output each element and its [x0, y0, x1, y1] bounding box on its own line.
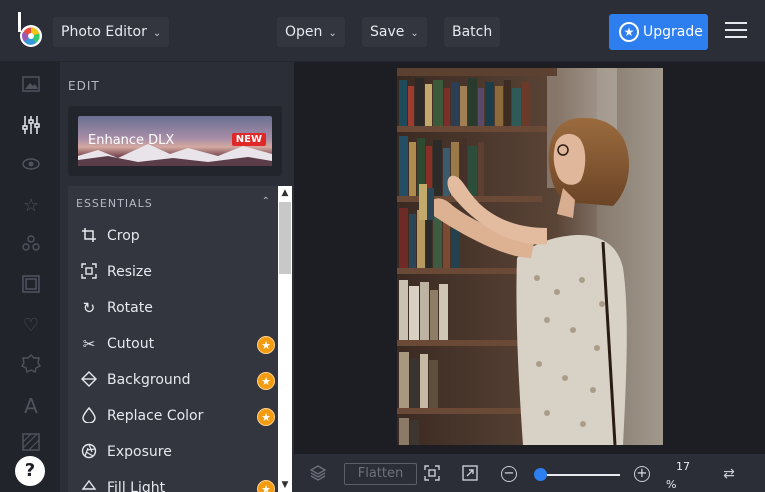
- upgrade-button[interactable]: ★ Upgrade: [609, 14, 708, 50]
- tool-label: Replace Color: [107, 408, 204, 424]
- star-icon: ★: [619, 22, 639, 42]
- open-label: Open: [285, 24, 323, 40]
- tool-fill-light[interactable]: Fill Light ★: [68, 472, 278, 492]
- edit-panel: EDIT Enhance DLX NEW ESSENTIALS ⌃ Crop R…: [60, 62, 294, 492]
- zoom-unit: %: [666, 478, 677, 491]
- premium-star-icon: ★: [257, 408, 275, 426]
- flatten-button[interactable]: Flatten: [344, 463, 417, 485]
- save-button[interactable]: Save ⌄: [362, 17, 427, 47]
- tool-label: Crop: [107, 228, 140, 244]
- enhance-promo-card[interactable]: Enhance DLX NEW: [68, 106, 282, 176]
- zoom-out-icon[interactable]: −: [501, 466, 517, 482]
- drop-icon: [80, 406, 98, 425]
- zoom-in-icon[interactable]: +: [634, 466, 650, 482]
- app-logo[interactable]: [12, 12, 48, 50]
- batch-label: Batch: [452, 24, 493, 40]
- promo-banner-image: Enhance DLX NEW: [78, 116, 272, 166]
- flatten-label: Flatten: [357, 466, 404, 481]
- layers-icon[interactable]: [308, 464, 328, 484]
- zoom-slider-knob[interactable]: [533, 468, 547, 481]
- tool-replace-color[interactable]: Replace Color ★: [68, 400, 278, 434]
- eraser-icon: [80, 371, 98, 389]
- tool-label: Rotate: [107, 300, 153, 316]
- zoom-value: 17: [676, 460, 690, 473]
- top-bar: Photo Editor ⌄ Open ⌄ Save ⌄ Batch ★ Upgrad…: [0, 0, 765, 62]
- canvas-area[interactable]: [294, 62, 765, 454]
- batch-button[interactable]: Batch: [444, 17, 501, 47]
- tool-cutout[interactable]: ✂ Cutout ★: [68, 328, 278, 362]
- fit-screen-icon[interactable]: [422, 464, 442, 484]
- tool-label: Fill Light: [107, 480, 166, 492]
- texture-icon[interactable]: [19, 432, 43, 456]
- section-title: ESSENTIALS: [76, 197, 153, 210]
- premium-star-icon: ★: [257, 480, 275, 492]
- resize-icon: [80, 263, 98, 281]
- tool-crop[interactable]: Crop: [68, 220, 278, 254]
- help-button[interactable]: ?: [15, 456, 45, 486]
- fill-light-icon: [80, 479, 98, 492]
- image-icon[interactable]: [19, 74, 43, 98]
- new-badge: NEW: [231, 133, 266, 146]
- upgrade-label: Upgrade: [643, 24, 703, 40]
- hamburger-menu-icon[interactable]: [725, 22, 747, 40]
- panel-title: EDIT: [68, 79, 100, 93]
- scroll-thumb[interactable]: [279, 202, 291, 274]
- premium-star-icon: ★: [257, 336, 275, 354]
- bottom-toolbar: Flatten − + 17 % ⇄: [294, 454, 765, 492]
- panel-scrollbar[interactable]: ▲ ▼: [278, 186, 292, 492]
- crop-icon: [80, 227, 98, 245]
- tool-label: Resize: [107, 264, 152, 280]
- shapes-icon[interactable]: [19, 234, 43, 258]
- tool-rotate[interactable]: ↻ Rotate: [68, 292, 278, 326]
- heart-icon[interactable]: ♡: [19, 314, 43, 338]
- badge-icon[interactable]: [19, 354, 43, 378]
- edited-photo[interactable]: [397, 68, 663, 445]
- tool-exposure[interactable]: Exposure: [68, 436, 278, 470]
- tool-resize[interactable]: Resize: [68, 256, 278, 290]
- frame-icon[interactable]: [19, 274, 43, 298]
- scissors-icon: ✂: [82, 335, 96, 353]
- chevron-up-icon[interactable]: ⌃: [262, 196, 270, 207]
- app-menu-button[interactable]: Photo Editor ⌄: [53, 17, 170, 47]
- rotate-icon: ↻: [82, 299, 96, 317]
- eye-icon[interactable]: [19, 154, 43, 178]
- premium-star-icon: ★: [257, 372, 275, 390]
- save-label: Save: [370, 24, 405, 40]
- tool-label: Cutout: [107, 336, 155, 352]
- tool-label: Exposure: [107, 444, 172, 460]
- tool-background[interactable]: Background ★: [68, 364, 278, 398]
- swap-icon[interactable]: ⇄: [719, 464, 739, 484]
- chevron-down-icon: ⌄: [152, 28, 162, 39]
- app-menu-label: Photo Editor: [61, 24, 147, 40]
- tool-label: Background: [107, 372, 191, 388]
- chevron-down-icon: ⌄: [328, 28, 337, 39]
- open-button[interactable]: Open ⌄: [277, 17, 345, 47]
- star-icon[interactable]: ☆: [19, 194, 43, 218]
- promo-title: Enhance DLX: [88, 133, 175, 148]
- aperture-icon: [80, 443, 98, 461]
- chevron-down-icon: ⌄: [410, 28, 419, 39]
- scroll-down-icon[interactable]: ▼: [278, 478, 292, 492]
- help-label: ?: [24, 460, 36, 481]
- scroll-up-icon[interactable]: ▲: [278, 186, 292, 200]
- sliders-icon[interactable]: [19, 114, 43, 138]
- zoom-slider-track[interactable]: [538, 474, 620, 476]
- tool-rail: ☆ ♡ A: [0, 62, 60, 492]
- text-icon[interactable]: A: [19, 394, 43, 418]
- actual-size-icon[interactable]: [460, 464, 480, 484]
- essentials-section: ESSENTIALS ⌃ Crop Resize ↻ Rotate ✂ Cuto…: [68, 186, 278, 492]
